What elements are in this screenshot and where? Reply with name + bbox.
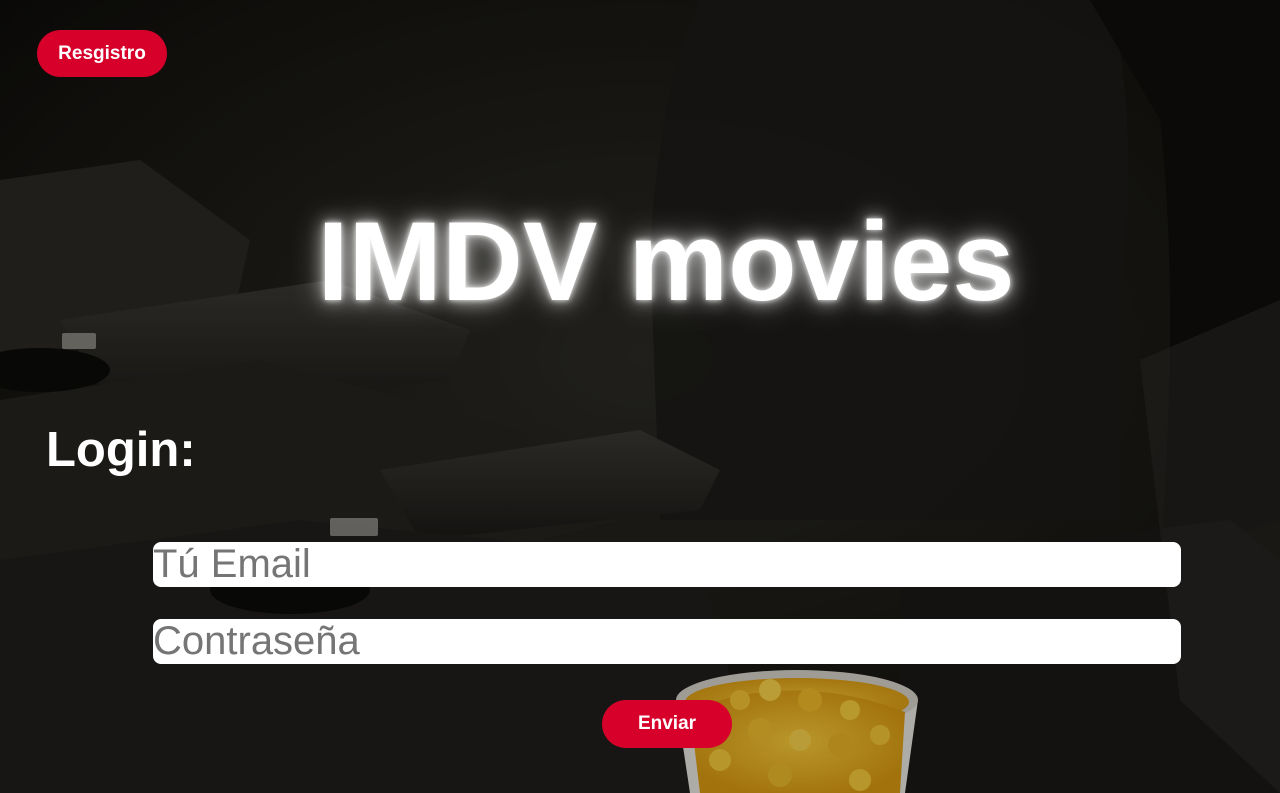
login-heading: Login: — [46, 423, 196, 477]
password-field[interactable] — [153, 619, 1181, 664]
register-button[interactable]: Resgistro — [37, 30, 167, 77]
email-field[interactable] — [153, 542, 1181, 587]
background-image — [0, 0, 1280, 793]
submit-button[interactable]: Enviar — [602, 700, 732, 748]
login-page: Resgistro IMDV movies Login: Enviar — [0, 0, 1280, 793]
page-title: IMDV movies — [317, 199, 1015, 324]
